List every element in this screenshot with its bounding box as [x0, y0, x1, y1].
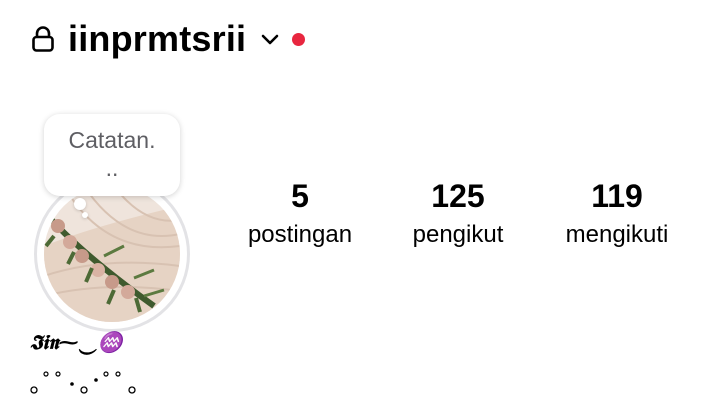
lock-icon	[32, 26, 54, 52]
stat-followers-label: pengikut	[412, 221, 504, 248]
stat-posts-label: postingan	[247, 221, 353, 248]
stat-posts-count: 5	[291, 178, 309, 214]
bio-name: 𝕴𝖎𝖓⁓‿♒	[30, 330, 123, 354]
stat-following[interactable]: 119 mengikuti	[552, 176, 682, 250]
stat-followers-count: 125	[431, 178, 485, 214]
notification-dot	[292, 32, 306, 46]
stat-followers[interactable]: 125 pengikut	[398, 176, 518, 250]
note-bubble-tail	[74, 198, 86, 210]
bio-decoration	[30, 366, 140, 401]
avatar-photo	[44, 186, 180, 322]
stat-posts[interactable]: 5 postingan	[240, 176, 360, 250]
account-username[interactable]: iinprmtsrii	[68, 18, 246, 60]
profile-avatar[interactable]	[30, 176, 194, 332]
note-bubble-tail-small	[82, 212, 88, 218]
note-text: Catatan.	[68, 127, 156, 153]
stat-following-label: mengikuti	[565, 221, 669, 248]
stat-following-count: 119	[591, 178, 643, 214]
note-text-ellipsis: ..	[105, 155, 119, 181]
chevron-down-icon[interactable]	[260, 33, 280, 52]
note-bubble[interactable]: Catatan. ..	[44, 114, 180, 196]
profile-header: iinprmtsrii	[32, 14, 306, 64]
